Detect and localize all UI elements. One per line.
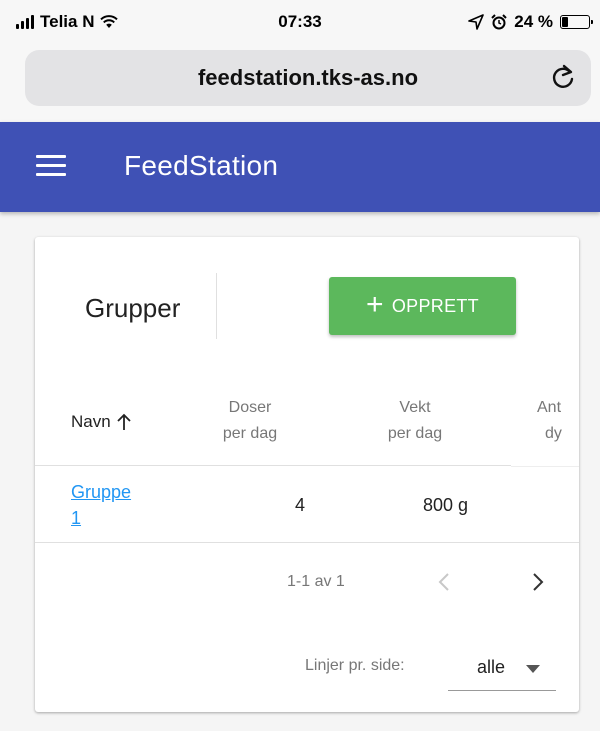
menu-icon[interactable]	[36, 155, 66, 179]
group-name-link[interactable]: Gruppe 1	[71, 479, 151, 531]
status-right: 24 %	[468, 12, 593, 32]
pagination-info: 1-1 av 1	[287, 573, 345, 590]
column-header-weight-line1: Vekt	[399, 399, 431, 416]
row-divider	[35, 542, 579, 543]
rows-per-page-select[interactable]: alle	[448, 647, 556, 691]
dropdown-arrow-icon	[526, 665, 540, 673]
column-header-weight-line2: per dag	[387, 425, 443, 442]
create-button[interactable]: + OPPRETT	[329, 277, 516, 335]
cell-doses: 4	[295, 495, 306, 515]
reload-icon[interactable]	[549, 64, 577, 92]
cell-weight: 800 g	[423, 495, 469, 515]
rows-per-page-label: Linjer pr. side:	[305, 657, 405, 674]
column-header-doses[interactable]: Doser per dag	[205, 395, 295, 447]
header-divider-scroll	[511, 466, 579, 467]
column-header-name[interactable]: Navn	[71, 409, 131, 435]
title-divider	[216, 273, 217, 339]
url-text: feedstation.tks-as.no	[197, 65, 419, 90]
card-title: Grupper	[85, 293, 181, 323]
alarm-icon	[491, 14, 507, 30]
chevron-right-icon[interactable]	[529, 571, 547, 593]
column-header-count-line2: dy	[545, 425, 562, 442]
column-header-doses-line1: Doser	[228, 399, 272, 416]
column-header-weight[interactable]: Vekt per dag	[375, 395, 455, 447]
group-name-line1: Gruppe	[71, 482, 132, 502]
location-icon	[468, 14, 485, 30]
column-header-doses-line2: per dag	[222, 425, 278, 442]
column-header-count-line1: Ant	[537, 399, 562, 416]
column-header-count[interactable]: Ant dy	[525, 395, 579, 447]
battery-icon	[560, 15, 593, 29]
column-header-name-label: Navn	[71, 412, 111, 431]
app-bar: FeedStation	[0, 122, 600, 212]
app-title: FeedStation	[124, 150, 279, 181]
address-bar[interactable]: feedstation.tks-as.no	[25, 50, 591, 106]
plus-icon: +	[366, 287, 384, 321]
header-divider	[35, 465, 511, 466]
sort-arrow-up-icon	[117, 413, 131, 430]
groups-card: Grupper + OPPRETT Navn Doser per dag Vek…	[35, 237, 579, 712]
status-bar: Telia N 07:33 24 %	[0, 0, 600, 44]
chevron-left-icon[interactable]	[435, 571, 453, 593]
create-button-label: OPPRETT	[391, 295, 479, 316]
rows-per-page-value: alle	[477, 657, 506, 677]
battery-percent: 24 %	[514, 12, 553, 31]
browser-bar: feedstation.tks-as.no	[0, 44, 600, 122]
group-name-line2: 1	[71, 508, 82, 528]
